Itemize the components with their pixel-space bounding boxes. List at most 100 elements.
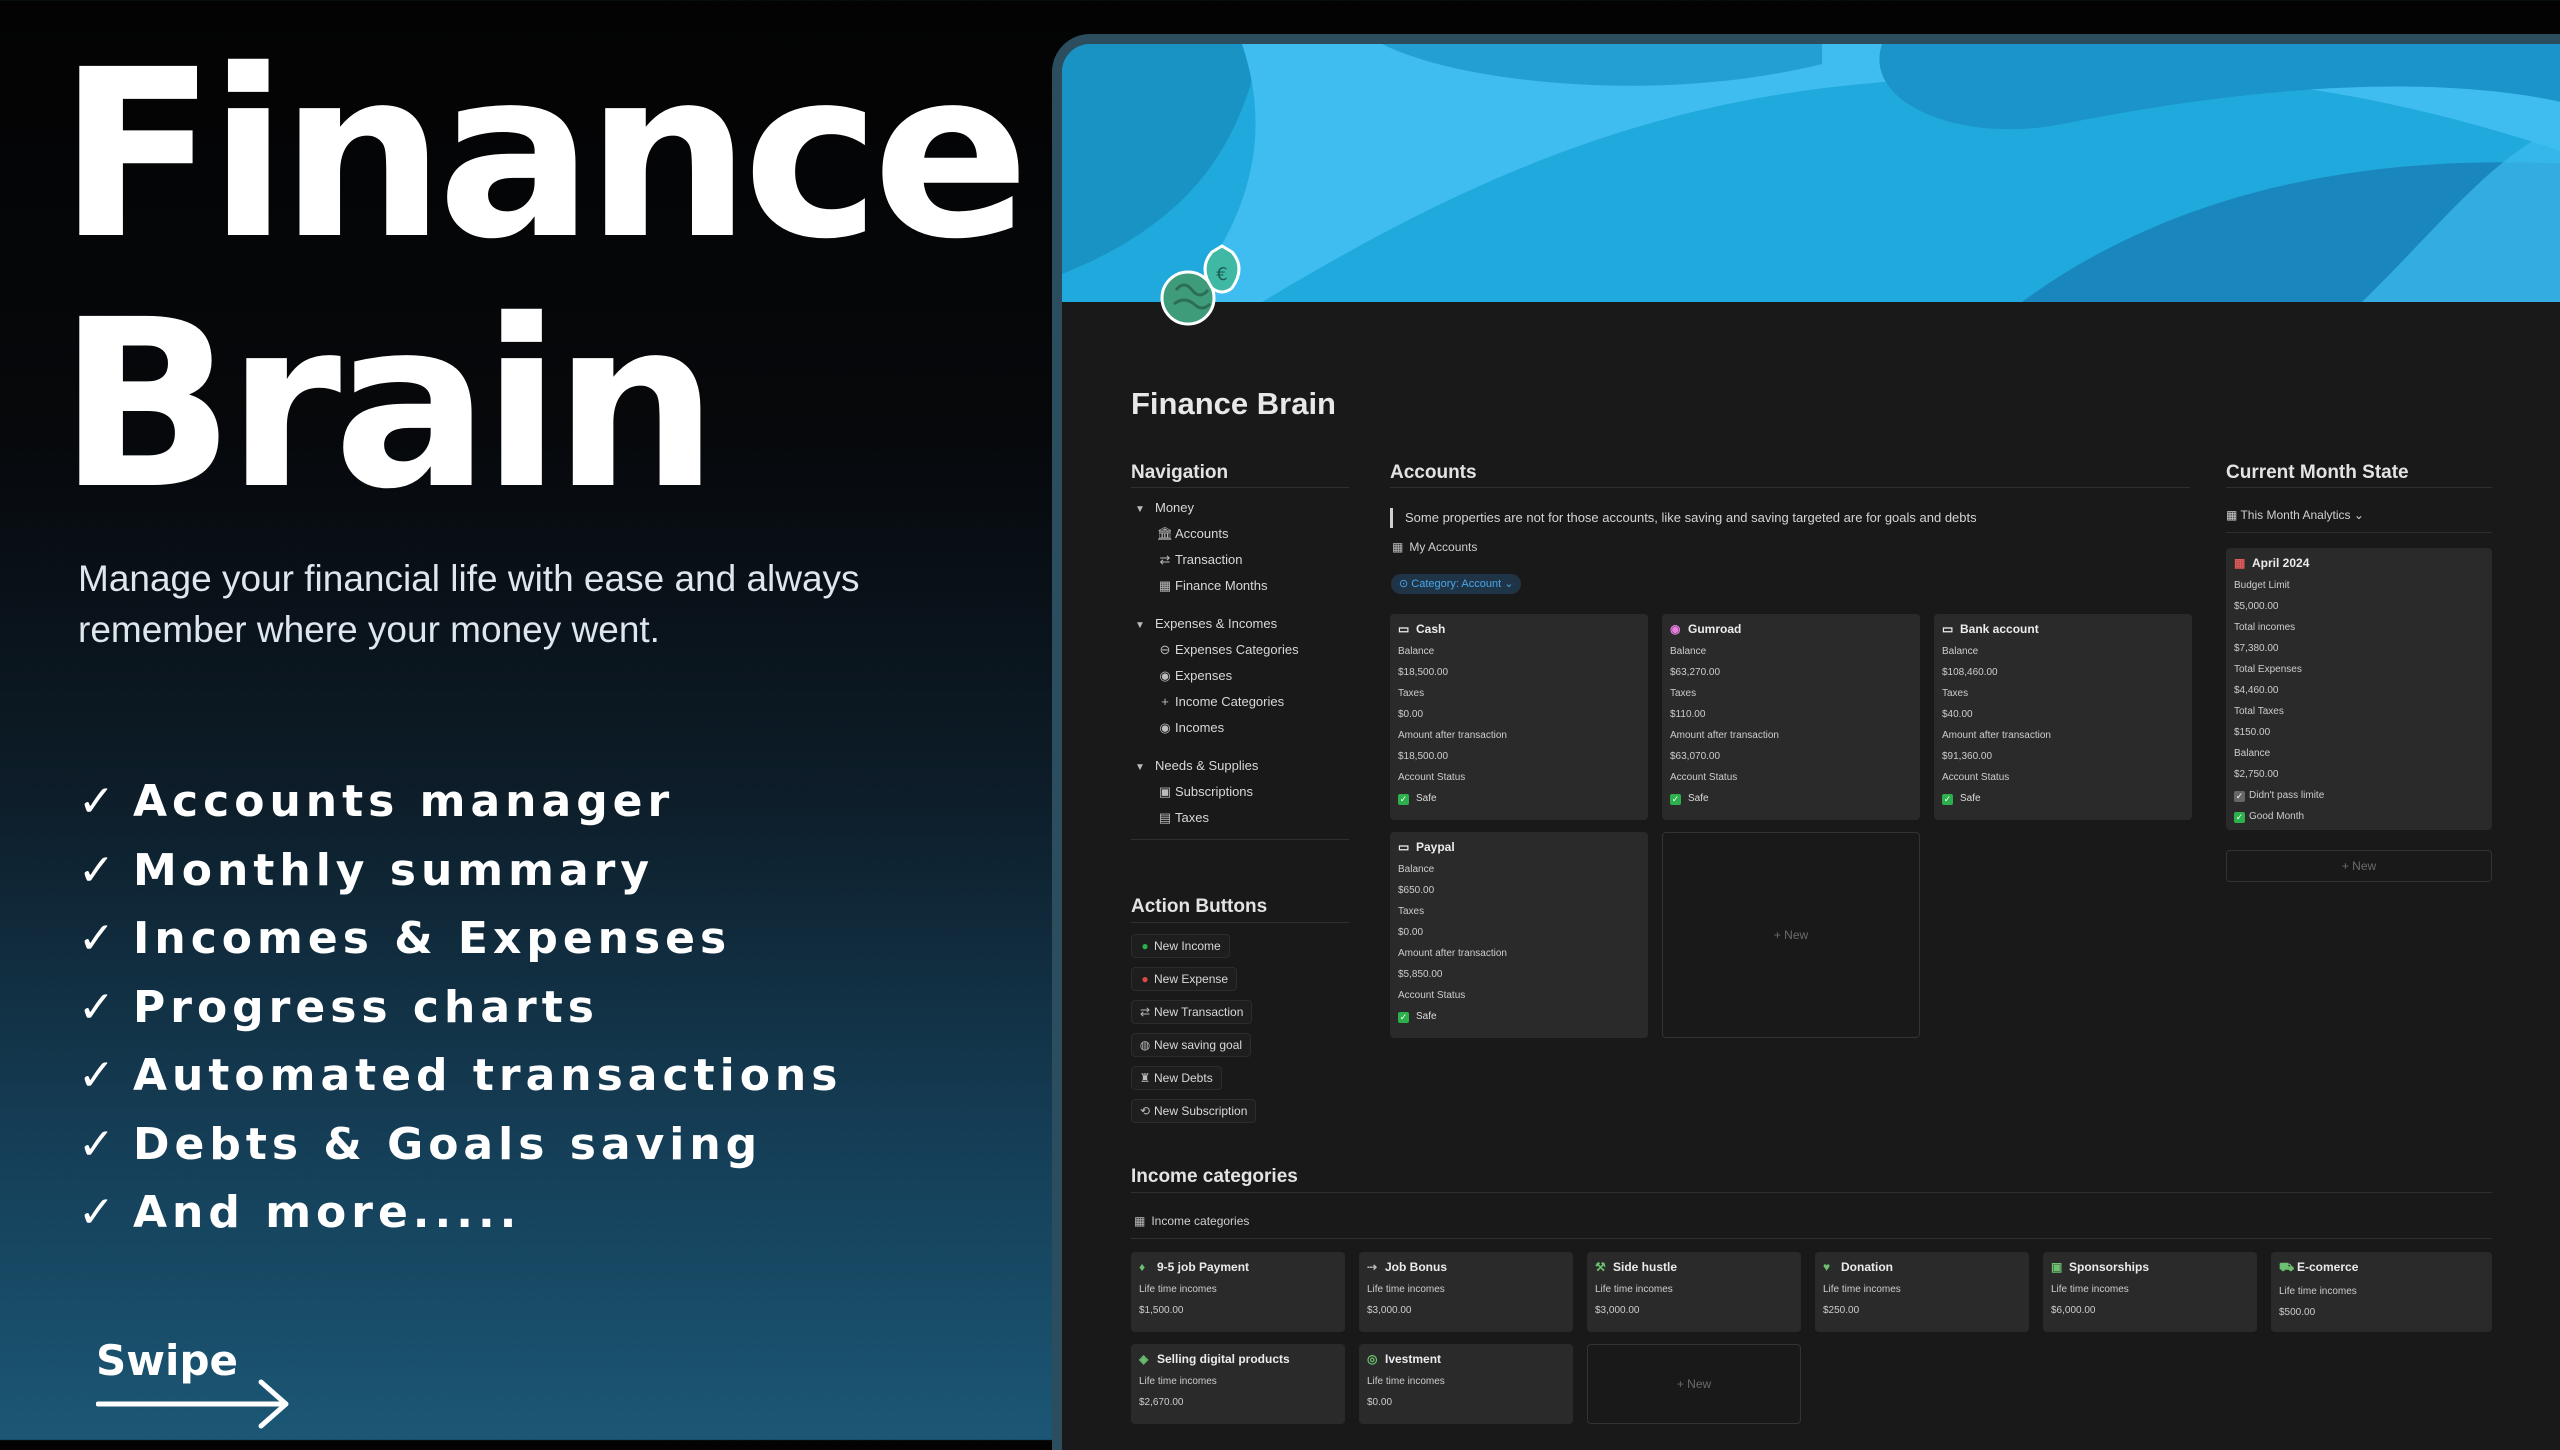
accounts-callout: Some properties are not for those accoun… — [1390, 508, 1977, 528]
nav-item-subscriptions[interactable]: ▣ Subscriptions — [1131, 779, 1349, 805]
new-expense-button[interactable]: ● New Expense — [1131, 967, 1238, 991]
sponsor-icon: ▣ — [2051, 1260, 2063, 1274]
check-icon: ✓ — [78, 1118, 120, 1170]
plus-icon: + — [1161, 694, 1169, 709]
month-state-heading: Current Month State — [2226, 462, 2409, 483]
calendar-icon: ▦ — [2226, 508, 2241, 522]
check-icon: ✓ — [78, 776, 120, 827]
investment-icon: ◎ — [1367, 1352, 1378, 1366]
new-saving-goal-button[interactable]: ◍ New saving goal — [1131, 1033, 1252, 1057]
income-category-card[interactable]: ◈ Selling digital products Life time inco… — [1131, 1344, 1345, 1424]
bank-icon: 🏛 — [1156, 526, 1174, 541]
status-badge: Safe — [1688, 793, 1709, 804]
new-debts-button[interactable]: ♜ New Debts — [1131, 1066, 1222, 1090]
account-card-paypal[interactable]: ▭ Paypal Balance $650.00 Taxes $0.00 Amou… — [1390, 832, 1648, 1038]
filter-icon: ⊙ — [1399, 578, 1412, 590]
new-income-category-button[interactable]: + New — [1587, 1344, 1801, 1424]
app-window: € Finance Brain Navigation Accounts Curr… — [1052, 34, 2560, 1450]
income-category-card[interactable]: ♥ Donation Life time incomes $250.00 — [1815, 1252, 2029, 1332]
checkmark-icon: ✓ — [1942, 794, 1953, 805]
month-card-april[interactable]: ▦ April 2024 Budget Limit $5,000.00 Total… — [2226, 548, 2492, 830]
swipe-hint[interactable]: Swipe — [96, 1336, 289, 1429]
nav-item-expenses-categories[interactable]: ⊖ Expenses Categories — [1131, 637, 1349, 663]
check-icon: ✓ — [78, 844, 120, 896]
nav-item-finance-months[interactable]: ▦ Finance Months — [1131, 573, 1349, 599]
feature-item: ✓ Incomes & Expenses — [78, 913, 732, 964]
bonus-icon: ⇢ — [1367, 1260, 1378, 1274]
feature-item: ✓ Accounts manager — [78, 776, 675, 827]
debt-icon: ♜ — [1139, 1071, 1151, 1085]
check-icon: ✓ — [78, 1187, 120, 1238]
database-icon: ▦ — [1134, 1214, 1146, 1228]
arrow-right-icon — [96, 1379, 289, 1429]
nav-item-accounts[interactable]: 🏛 Accounts — [1131, 521, 1349, 547]
new-account-button[interactable]: + New — [1662, 832, 1920, 1038]
action-buttons-heading: Action Buttons — [1131, 896, 1268, 917]
feature-item: ✓ And more..... — [78, 1187, 522, 1238]
feature-item: ✓ Progress charts — [78, 981, 599, 1033]
nav-item-incomes[interactable]: ◉ Incomes — [1131, 715, 1349, 741]
my-accounts-db-label[interactable]: ▦ My Accounts — [1392, 540, 1477, 554]
navigation-tree: ▼ Money 🏛 Accounts ⇄ Transaction ▦ Finance M… — [1131, 487, 1349, 840]
checkmark-icon: ✓ — [1670, 794, 1681, 805]
divider — [1131, 1238, 2492, 1239]
feature-list: ✓ Accounts manager ✓ Monthly summary ✓ Inco… — [78, 776, 842, 1256]
income-category-card[interactable]: ♦ 9-5 job Payment Life time incomes $1,50… — [1131, 1252, 1345, 1332]
triangle-down-icon: ▼ — [1135, 762, 1145, 773]
database-icon: ▦ — [1392, 540, 1404, 554]
tagline-line2: remember where your money went. — [78, 609, 660, 650]
brain-money-icon: € — [1152, 240, 1248, 340]
new-subscription-button[interactable]: ⟲ New Subscription — [1131, 1099, 1257, 1123]
checkmark-icon: ✓ — [2234, 812, 2245, 823]
hero-title: Finance Brain — [58, 30, 1030, 530]
tagline-line1: Manage your financial life with ease and… — [78, 558, 860, 599]
calendar-icon: ▦ — [2234, 556, 2246, 570]
category-filter[interactable]: ⊙ Category: Account ⌄ — [1391, 574, 1522, 594]
nav-item-expenses[interactable]: ◉ Expenses — [1131, 663, 1349, 689]
card-icon: ▭ — [1942, 622, 1954, 636]
nav-group-expenses-incomes[interactable]: ▼ Expenses & Incomes — [1131, 611, 1349, 637]
divider — [1131, 839, 1349, 840]
expense-icon: ● — [1141, 972, 1149, 986]
income-category-card[interactable]: ▣ Sponsorships Life time incomes $6,000.0… — [2043, 1252, 2257, 1332]
check-icon: ✓ — [78, 981, 120, 1033]
income-category-card[interactable]: ⚒ Side hustle Life time incomes $3,000.00 — [1587, 1252, 1801, 1332]
piggy-bank-icon: ◍ — [1139, 1038, 1151, 1052]
nav-item-income-categories[interactable]: + Income Categories — [1131, 689, 1349, 715]
feature-item: ✓ Automated transactions — [78, 1050, 843, 1101]
income-category-card[interactable]: ⛟ E-comerce Life time incomes $500.00 — [2271, 1252, 2492, 1332]
new-income-button[interactable]: ● New Income — [1131, 934, 1230, 958]
check-icon: ✓ — [78, 1050, 120, 1101]
transfer-icon: ⇄ — [1139, 1005, 1151, 1019]
accounts-heading: Accounts — [1390, 462, 1477, 483]
nav-group-money[interactable]: ▼ Money — [1131, 495, 1349, 521]
account-card-bank[interactable]: ▭ Bank account Balance $108,460.00 Taxes … — [1934, 614, 2192, 820]
divider — [1131, 1192, 2492, 1193]
checkmark-icon: ✓ — [1398, 1012, 1409, 1023]
nav-item-taxes[interactable]: ▤ Taxes — [1131, 805, 1349, 831]
checkbox-icon: ✓ — [2234, 791, 2245, 802]
navigation-heading: Navigation — [1131, 462, 1229, 483]
cart-icon: ⛟ — [2279, 1260, 2295, 1274]
new-transaction-button[interactable]: ⇄ New Transaction — [1131, 1000, 1253, 1024]
nav-group-needs-supplies[interactable]: ▼ Needs & Supplies — [1131, 753, 1349, 779]
check-icon: ✓ — [78, 913, 120, 964]
new-month-button[interactable]: + New — [2226, 850, 2492, 882]
divider — [2226, 487, 2492, 488]
income-category-card[interactable]: ⇢ Job Bonus Life time incomes $3,000.00 — [1359, 1252, 1573, 1332]
svg-text:€: € — [1216, 264, 1227, 285]
account-card-cash[interactable]: ▭ Cash Balance $18,500.00 Taxes $0.00 Amo… — [1390, 614, 1648, 820]
checkmark-icon: ✓ — [1398, 794, 1409, 805]
income-category-card[interactable]: ◎ Ivestment Life time incomes $0.00 — [1359, 1344, 1573, 1424]
feature-item: ✓ Monthly summary — [78, 844, 655, 896]
action-buttons: ● New Income ● New Expense ⇄ New Transactio… — [1131, 934, 1257, 1132]
coins-icon: ◉ — [1159, 668, 1171, 683]
account-card-gumroad[interactable]: ◉ Gumroad Balance $63,270.00 Taxes $110.0… — [1662, 614, 1920, 820]
income-categories-db-label[interactable]: ▦ Income categories — [1134, 1214, 1249, 1228]
divider — [1390, 487, 2190, 488]
this-month-analytics-view[interactable]: ▦ This Month Analytics ⌄ — [2226, 508, 2364, 522]
hero-title-line2: Brain — [58, 270, 718, 540]
donation-icon: ♥ — [1823, 1260, 1831, 1274]
status-badge: Safe — [1960, 793, 1981, 804]
nav-item-transaction[interactable]: ⇄ Transaction — [1131, 547, 1349, 573]
